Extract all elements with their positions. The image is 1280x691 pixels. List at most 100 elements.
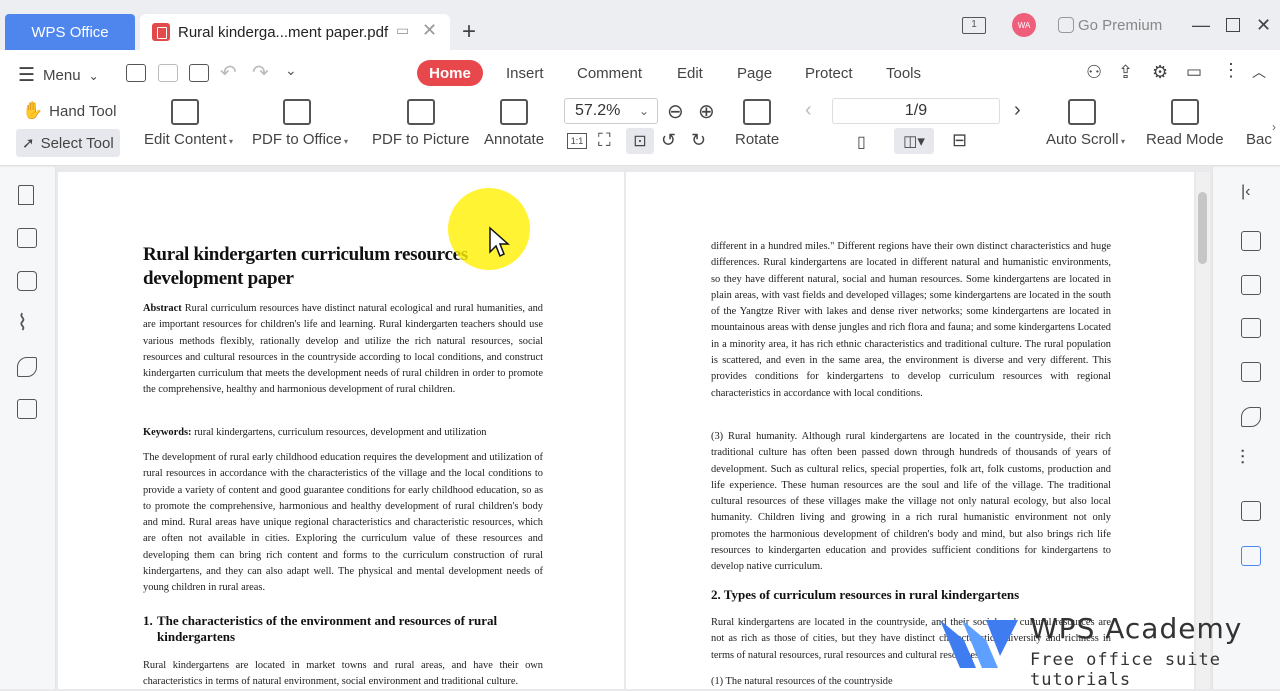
menu-home[interactable]: Home: [417, 60, 483, 86]
abstract-text: Rural curriculum resources have distinct…: [143, 303, 543, 396]
page-title: Rural kindergarten curriculum resources …: [143, 244, 468, 289]
scrollbar-thumb[interactable]: [1198, 192, 1207, 264]
annotate-button[interactable]: Annotate: [484, 99, 544, 159]
section1-heading: The characteristics of the environment a…: [157, 613, 498, 644]
chevron-down-icon: ⌄: [638, 104, 649, 118]
continuous-page-icon[interactable]: ⊟: [952, 130, 967, 151]
go-premium-button[interactable]: Go Premium: [1058, 10, 1162, 40]
actual-size-icon[interactable]: 1:1: [567, 133, 587, 149]
pdf-to-office-label: PDF to Office: [252, 131, 342, 148]
background-button[interactable]: Bac: [1246, 99, 1274, 159]
hand-tool-button[interactable]: ✋ Hand Tool: [22, 101, 116, 121]
next-page-icon[interactable]: ›: [1014, 99, 1021, 122]
read-mode-label: Read Mode: [1146, 131, 1224, 148]
signature-icon[interactable]: [17, 357, 37, 377]
rotate-button[interactable]: Rotate: [735, 99, 779, 159]
bookmark-icon[interactable]: [18, 185, 34, 205]
previous-page-icon[interactable]: ‹: [805, 99, 812, 122]
minimize-icon[interactable]: —: [1192, 10, 1210, 40]
collapse-panel-icon[interactable]: |‹: [1241, 183, 1250, 201]
rotate-right-icon[interactable]: ↻: [691, 130, 706, 151]
redo-icon[interactable]: ↷: [252, 60, 269, 85]
edit-content-label: Edit Content: [144, 131, 227, 148]
maximize-icon[interactable]: [1226, 10, 1240, 40]
annotate-label: Annotate: [484, 131, 545, 148]
zoom-select[interactable]: 57.2% ⌄: [564, 98, 658, 124]
attachment-icon[interactable]: ⌇: [17, 310, 28, 336]
more-icon[interactable]: ⋮: [1222, 60, 1240, 81]
thumbnail-image-icon[interactable]: [17, 228, 37, 248]
fit-width-icon[interactable]: ⊡: [626, 128, 654, 154]
translate-icon[interactable]: [1241, 546, 1261, 566]
document-convert-icon[interactable]: [1241, 231, 1261, 251]
add-user-icon[interactable]: ⚇: [1086, 62, 1102, 83]
collapse-ribbon-icon[interactable]: ︿: [1252, 62, 1266, 82]
right-paragraph-1: different in a hundred miles." Different…: [711, 241, 1111, 399]
export-document-icon[interactable]: [1241, 318, 1261, 338]
zoom-in-icon[interactable]: ⊕: [698, 99, 715, 124]
fit-page-icon[interactable]: ⛶: [598, 130, 611, 151]
customize-icon[interactable]: ⌄: [285, 62, 297, 79]
edit-document-icon[interactable]: [1241, 275, 1261, 295]
auto-scroll-dropdown-icon[interactable]: ▾: [1121, 137, 1125, 146]
menu-comment[interactable]: Comment: [577, 65, 642, 82]
menu-page[interactable]: Page: [737, 65, 772, 82]
menu-toolbar: ☰ Menu ⌄ ↶ ↷ ⌄ Insert Comment Edit Page …: [0, 50, 1280, 96]
print-icon[interactable]: [189, 64, 209, 82]
menu-protect[interactable]: Protect: [805, 65, 853, 82]
hamburger-icon: ☰: [18, 65, 36, 86]
undo-icon[interactable]: ↶: [220, 60, 237, 85]
pdf-to-office-button[interactable]: PDF to Office: [252, 99, 342, 159]
share-icon[interactable]: ⇪: [1118, 62, 1133, 83]
rotate-label: Rotate: [735, 131, 780, 148]
save-icon[interactable]: [158, 64, 178, 82]
comment-icon[interactable]: ▭: [1186, 62, 1202, 82]
ribbon-scroll-right-icon[interactable]: ›: [1272, 120, 1276, 134]
section1-number: 1.: [143, 613, 153, 628]
tab-float-icon[interactable]: ▭: [396, 22, 409, 39]
zoom-out-icon[interactable]: ⊖: [667, 99, 684, 124]
new-tab-icon[interactable]: +: [462, 18, 476, 46]
wps-academy-watermark: WPS Academy Free office suite tutorials: [938, 610, 1258, 690]
avatar[interactable]: WA: [1012, 13, 1036, 37]
compare-icon[interactable]: ⫶: [1240, 447, 1245, 470]
menu-insert[interactable]: Insert: [506, 65, 544, 82]
keywords-label: Keywords:: [143, 427, 192, 438]
close-window-icon[interactable]: ✕: [1256, 10, 1271, 40]
watermark-title: WPS Academy: [1030, 612, 1243, 645]
menu-tools[interactable]: Tools: [886, 65, 921, 82]
auto-scroll-icon: [1068, 99, 1097, 125]
keywords-text: rural kindergartens, curriculum resource…: [191, 427, 487, 438]
pdf-to-picture-icon: [406, 99, 435, 125]
print-panel-icon[interactable]: [1241, 501, 1261, 521]
gear-icon[interactable]: ⚙: [1152, 62, 1168, 83]
pdf-to-office-icon: [282, 99, 311, 125]
single-page-icon[interactable]: ▯: [857, 132, 866, 152]
read-mode-button[interactable]: Read Mode: [1146, 99, 1224, 159]
convert-word-icon[interactable]: [17, 399, 37, 419]
wps-office-tab[interactable]: WPS Office: [5, 14, 135, 50]
close-tab-icon[interactable]: ✕: [422, 20, 437, 41]
comment-panel-icon[interactable]: [17, 271, 37, 291]
double-page-icon[interactable]: ◫▾: [894, 128, 934, 154]
page-number-input[interactable]: 1/9: [832, 98, 1000, 124]
sign-document-icon[interactable]: [1241, 407, 1261, 427]
document-tab[interactable]: Rural kinderga...ment paper.pdf ▭ ✕: [140, 14, 450, 50]
select-tool-button[interactable]: ➚ Select Tool: [16, 129, 120, 157]
tab-list-icon[interactable]: 1: [962, 10, 986, 40]
section2-heading: 2. Types of curriculum resources in rura…: [711, 587, 1020, 602]
pdf-to-office-dropdown-icon[interactable]: ▾: [344, 137, 348, 146]
hand-icon: ✋: [22, 101, 44, 120]
abstract-label: Abstract: [143, 303, 182, 314]
annotate-document-icon[interactable]: [1241, 362, 1261, 382]
edit-content-button[interactable]: Edit Content: [144, 99, 227, 159]
pdf-to-picture-label: PDF to Picture: [372, 131, 470, 148]
premium-label: Go Premium: [1078, 16, 1163, 34]
menu-edit[interactable]: Edit: [677, 65, 703, 82]
menu-button[interactable]: ☰ Menu ⌄: [18, 64, 99, 87]
rotate-left-icon[interactable]: ↺: [661, 130, 676, 151]
edit-content-dropdown-icon[interactable]: ▾: [229, 137, 233, 146]
auto-scroll-button[interactable]: Auto Scroll: [1046, 99, 1119, 159]
pdf-to-picture-button[interactable]: PDF to Picture: [372, 99, 470, 159]
open-folder-icon[interactable]: [126, 64, 146, 82]
